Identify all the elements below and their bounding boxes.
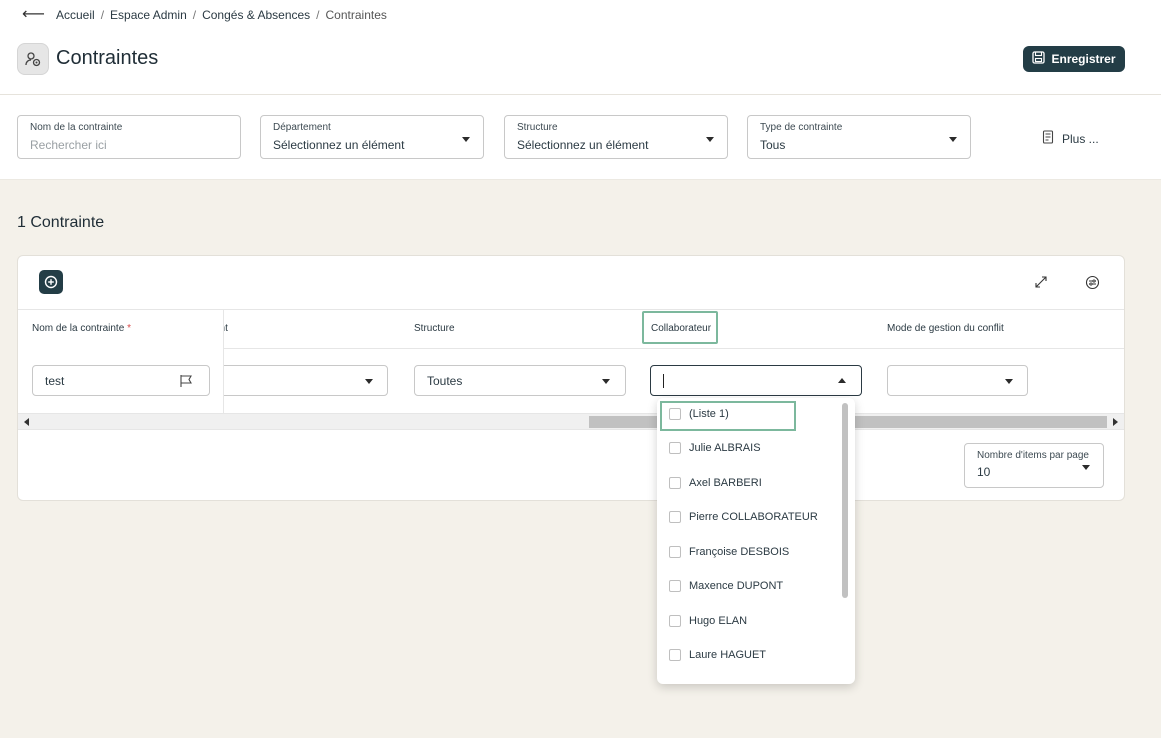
- breadcrumb-current: Contraintes: [325, 8, 387, 22]
- page-title: Contraintes: [56, 47, 159, 69]
- add-row-button[interactable]: [39, 270, 63, 294]
- department-cell-select[interactable]: [208, 365, 388, 396]
- department-select-label: Département: [273, 122, 331, 133]
- department-select-value: Sélectionnez un élément: [273, 138, 405, 152]
- breadcrumb-espace-admin[interactable]: Espace Admin: [110, 8, 187, 22]
- breadcrumb-separator: /: [192, 8, 197, 22]
- chevron-down-icon: [1082, 465, 1090, 470]
- checkbox[interactable]: [669, 442, 681, 454]
- constraint-type-select[interactable]: Type de contrainte Tous: [747, 115, 971, 159]
- items-per-page-value: 10: [977, 465, 991, 479]
- column-header-name-label: Nom de la contrainte: [32, 323, 125, 334]
- chevron-down-icon: [602, 379, 610, 384]
- column-header-conflict-mode[interactable]: Mode de gestion du conflit: [887, 323, 1004, 334]
- checkbox[interactable]: [669, 477, 681, 489]
- collaborator-option[interactable]: (Liste 1): [669, 404, 729, 424]
- more-filters-label: Plus ...: [1062, 131, 1099, 146]
- option-label: Pierre COLLABORATEUR: [689, 511, 818, 523]
- back-arrow-icon[interactable]: ⟵: [22, 4, 45, 24]
- settings-sliders-icon[interactable]: [1084, 274, 1100, 290]
- structure-cell-select[interactable]: Toutes: [414, 365, 626, 396]
- collaborator-option[interactable]: Julie ALBRAIS: [669, 438, 761, 458]
- chevron-down-icon: [1005, 379, 1013, 384]
- collaborator-cell-input[interactable]: [650, 365, 862, 396]
- constraint-name-filter[interactable]: Nom de la contrainte Rechercher ici: [17, 115, 241, 159]
- structure-cell-value: Toutes: [427, 374, 463, 388]
- items-per-page-select[interactable]: Nombre d'items par page 10: [964, 443, 1104, 488]
- collaborator-option[interactable]: Maxence DUPONT: [669, 576, 783, 596]
- filter-list-icon: [1042, 130, 1056, 147]
- collaborator-option[interactable]: Laure HAGUET: [669, 645, 766, 665]
- constraints-table-card: ent Structure Collaborateur Mode de gest…: [17, 255, 1125, 501]
- collaborator-option[interactable]: Pierre COLLABORATEUR: [669, 507, 818, 527]
- option-label: (Liste 1): [689, 408, 729, 420]
- frozen-name-column: Nom de la contrainte * test: [18, 310, 224, 413]
- constraint-name-filter-placeholder: Rechercher ici: [30, 138, 107, 152]
- chevron-down-icon: [706, 137, 714, 142]
- chevron-down-icon: [365, 379, 373, 384]
- plus-circle-icon: [44, 275, 58, 289]
- constraint-type-select-value: Tous: [760, 138, 786, 152]
- scroll-left-arrow-icon[interactable]: [24, 418, 29, 426]
- option-label: Maxence DUPONT: [689, 580, 784, 592]
- collaborator-dropdown: (Liste 1) Julie ALBRAIS Axel BARBERI Pie…: [657, 398, 855, 684]
- dropdown-scrollbar[interactable]: [842, 403, 848, 598]
- filter-bar: Nom de la contrainte Rechercher ici Dépa…: [0, 95, 1161, 180]
- items-per-page-label: Nombre d'items par page: [977, 450, 1089, 461]
- chevron-down-icon: [462, 137, 470, 142]
- scroll-right-arrow-icon[interactable]: [1113, 418, 1118, 426]
- required-asterisk: *: [127, 323, 131, 334]
- constraint-name-filter-label: Nom de la contrainte: [30, 122, 123, 133]
- structure-select-value: Sélectionnez un élément: [517, 138, 649, 152]
- column-header-name[interactable]: Nom de la contrainte *: [32, 323, 131, 334]
- collaborator-option[interactable]: Hugo ELAN: [669, 611, 747, 631]
- expand-icon[interactable]: [1033, 274, 1049, 290]
- save-icon: [1032, 51, 1046, 67]
- breadcrumb-conges[interactable]: Congés & Absences: [202, 8, 310, 22]
- breadcrumb-separator: /: [316, 8, 320, 22]
- more-filters-button[interactable]: Plus ...: [1042, 130, 1099, 147]
- option-label: Françoise DESBOIS: [689, 546, 790, 558]
- name-cell-input[interactable]: test: [32, 365, 210, 396]
- horizontal-scrollbar[interactable]: [18, 413, 1124, 430]
- checkbox[interactable]: [669, 615, 681, 627]
- structure-select-label: Structure: [517, 122, 558, 133]
- constraint-type-select-label: Type de contrainte: [760, 122, 843, 133]
- chevron-up-icon: [838, 378, 846, 383]
- constraint-icon: [17, 43, 49, 75]
- checkbox[interactable]: [669, 546, 681, 558]
- top-bar: ⟵ Accueil / Espace Admin / Congés & Abse…: [0, 0, 1161, 95]
- option-label: Hugo ELAN: [689, 615, 748, 627]
- breadcrumb-accueil[interactable]: Accueil: [56, 8, 95, 22]
- column-header-structure[interactable]: Structure: [414, 323, 455, 334]
- result-count: 1 Contrainte: [17, 214, 105, 231]
- checkbox[interactable]: [669, 580, 681, 592]
- breadcrumb-separator: /: [100, 8, 105, 22]
- flag-icon[interactable]: [179, 374, 193, 391]
- breadcrumb: Accueil / Espace Admin / Congés & Absenc…: [56, 8, 387, 22]
- checkbox[interactable]: [669, 649, 681, 661]
- option-label: Laure HAGUET: [689, 649, 767, 661]
- column-header-collaborator[interactable]: Collaborateur: [651, 323, 711, 334]
- collaborator-option[interactable]: Axel BARBERI: [669, 473, 762, 493]
- department-select[interactable]: Département Sélectionnez un élément: [260, 115, 484, 159]
- checkbox[interactable]: [669, 511, 681, 523]
- chevron-down-icon: [949, 137, 957, 142]
- save-button-label: Enregistrer: [1051, 52, 1116, 66]
- option-label: Axel BARBERI: [689, 477, 762, 489]
- option-label: Julie ALBRAIS: [689, 442, 761, 454]
- save-button[interactable]: Enregistrer: [1023, 46, 1125, 72]
- checkbox[interactable]: [669, 408, 681, 420]
- collaborator-option[interactable]: Françoise DESBOIS: [669, 542, 789, 562]
- structure-select[interactable]: Structure Sélectionnez un élément: [504, 115, 728, 159]
- text-cursor: [663, 374, 664, 388]
- conflict-mode-cell-select[interactable]: [887, 365, 1028, 396]
- name-cell-value: test: [45, 374, 65, 388]
